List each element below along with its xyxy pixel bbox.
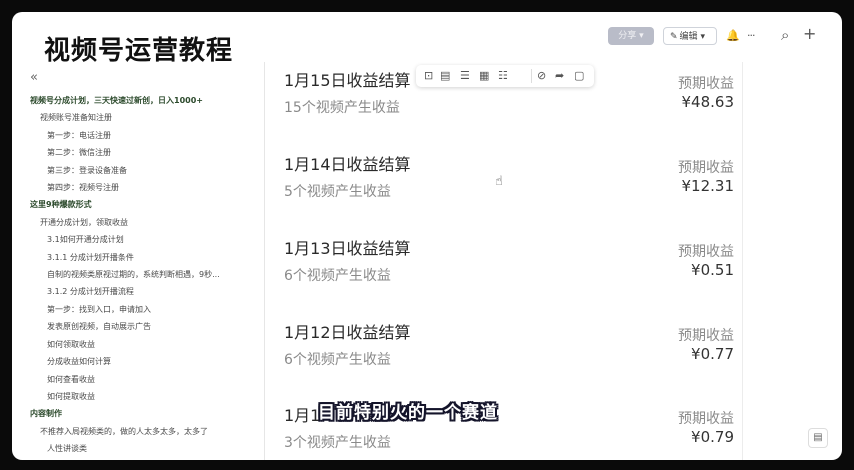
card-subtitle: 5个视频产生收益	[284, 184, 391, 200]
card-title: 1月15日收益结算	[284, 71, 411, 90]
pointer-cursor-icon: ☝	[495, 174, 503, 189]
outline-item[interactable]: 发表原创视频，自动展示广告	[30, 318, 260, 335]
expected-earnings-value: ¥0.77	[691, 345, 734, 363]
outline-item[interactable]: 不推荐入局视频类的，做的人太多太多，太多了	[30, 423, 260, 440]
comment-icon[interactable]: ▢	[574, 69, 584, 83]
outline-item[interactable]: 视频号分成计划，三天快速过新创，日入1000+	[30, 92, 260, 109]
video-caption: 目前特别火的一个赛道	[318, 403, 498, 423]
outline-item[interactable]: 第一步：电话注册	[30, 127, 260, 144]
outline-item[interactable]: 如何查看收益	[30, 371, 260, 388]
chevron-down-icon: ▾	[700, 32, 705, 42]
outline-item[interactable]: 人性讲谈类	[30, 440, 260, 457]
floating-doc-button[interactable]: ▤	[808, 428, 828, 448]
expected-earnings-value: ¥0.51	[691, 261, 734, 279]
top-bar: 视频号运营教程 分享 ▾ ✎ 编辑 ▾ 🔔 ··· ⌕ +	[12, 12, 842, 67]
outline-item[interactable]: 内容制作	[30, 405, 260, 422]
card-subtitle: 6个视频产生收益	[284, 352, 391, 368]
sidebar-divider	[264, 62, 265, 460]
floating-toolbar: ⊡ ▤ ☰ ▦ ☷ ⊘ ➦ ▢	[416, 65, 594, 87]
outline-item[interactable]: 分成收益如何计算	[30, 353, 260, 370]
grid-icon[interactable]: ▦	[479, 69, 489, 83]
earnings-card[interactable]: 1月13日收益结算 6个视频产生收益 预期收益 ¥0.51	[284, 235, 734, 295]
outline-item[interactable]: 第三步：登录设备准备	[30, 162, 260, 179]
expected-earnings-label: 预期收益	[678, 76, 734, 92]
outline-item[interactable]: 自制的视频类原视过期的，系统判断相遇，9秒...	[30, 266, 260, 283]
expected-earnings-label: 预期收益	[678, 244, 734, 260]
clear-format-icon[interactable]: ⊘	[537, 69, 546, 83]
expected-earnings-label: 预期收益	[678, 411, 734, 427]
note-icon[interactable]: ▤	[440, 69, 450, 83]
expected-earnings-label: 预期收益	[678, 328, 734, 344]
toolbar-separator	[531, 69, 532, 83]
expected-earnings-value: ¥12.31	[681, 177, 735, 195]
outline-item[interactable]: 开通分成计划，领取收益	[30, 214, 260, 231]
share-button[interactable]: 分享 ▾	[608, 27, 654, 45]
expected-earnings-value: ¥48.63	[681, 93, 735, 111]
outline-list: 视频号分成计划，三天快速过新创，日入1000+ 视频账号准备知注册 第一步：电话注册…	[30, 92, 260, 458]
earnings-card[interactable]: 1月12日收益结算 6个视频产生收益 预期收益 ¥0.77	[284, 319, 734, 379]
add-icon[interactable]: +	[803, 26, 816, 42]
list-icon[interactable]: ☷	[498, 69, 508, 83]
bell-icon[interactable]: 🔔	[726, 29, 740, 43]
share-icon[interactable]: ➦	[555, 69, 564, 83]
outline-item[interactable]: 视频账号准备知注册	[30, 109, 260, 126]
card-title: 1月12日收益结算	[284, 323, 411, 342]
earnings-card[interactable]: 1月14日收益结算 5个视频产生收益 预期收益 ¥12.31	[284, 151, 734, 211]
outline-item[interactable]: 这里9种爆款形式	[30, 196, 260, 213]
expected-earnings-value: ¥0.79	[691, 428, 734, 446]
outline-item[interactable]: 3.1如何开通分成计划	[30, 231, 260, 248]
outline-item[interactable]: 第四步：视频号注册	[30, 179, 260, 196]
card-title: 1月14日收益结算	[284, 155, 411, 174]
outline-sidebar: « 视频号分成计划，三天快速过新创，日入1000+ 视频账号准备知注册 第一步：电话…	[12, 62, 264, 460]
card-title: 1月1	[284, 406, 321, 425]
app-window: 视频号运营教程 分享 ▾ ✎ 编辑 ▾ 🔔 ··· ⌕ + « 视频号分成计划，三…	[12, 12, 842, 460]
edit-button[interactable]: ✎ 编辑 ▾	[663, 27, 717, 45]
card-subtitle: 15个视频产生收益	[284, 100, 400, 116]
search-icon[interactable]: ⌕	[781, 28, 789, 43]
card-title: 1月13日收益结算	[284, 239, 411, 258]
card-subtitle: 3个视频产生收益	[284, 435, 391, 451]
edit-label: 编辑	[679, 32, 698, 42]
expected-earnings-label: 预期收益	[678, 160, 734, 176]
crop-icon[interactable]: ⊡	[424, 69, 433, 83]
outline-item[interactable]: 第二步：微信注册	[30, 144, 260, 161]
content-right-edge	[742, 62, 743, 460]
outline-item[interactable]: 如何领取收益	[30, 336, 260, 353]
more-icon[interactable]: ···	[747, 29, 755, 43]
card-subtitle: 6个视频产生收益	[284, 268, 391, 284]
outline-item[interactable]: 3.1.1 分成计划开播条件	[30, 249, 260, 266]
align-icon[interactable]: ☰	[460, 69, 470, 83]
collapse-sidebar-icon[interactable]: «	[30, 70, 38, 85]
outline-item[interactable]: 如何提取收益	[30, 388, 260, 405]
edit-icon: ✎	[670, 32, 678, 42]
outline-item[interactable]: 3.1.2 分成计划开播流程	[30, 283, 260, 300]
outline-item[interactable]: 第一步：找到入口，申请加入	[30, 301, 260, 318]
